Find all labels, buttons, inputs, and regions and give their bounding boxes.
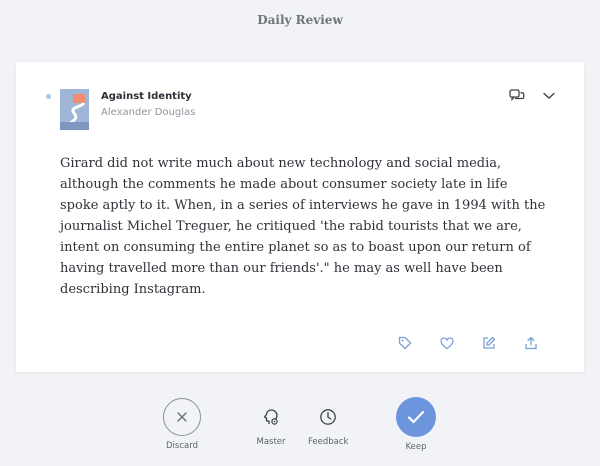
book-cover-art-icon <box>60 89 89 130</box>
feedback-button[interactable]: Feedback <box>308 397 348 447</box>
heart-icon <box>440 336 454 349</box>
chevron-down-icon <box>543 92 555 99</box>
keep-button[interactable]: Keep <box>396 397 436 452</box>
discard-label: Discard <box>166 441 198 451</box>
comments-icon <box>509 89 525 102</box>
highlight-card: Against Identity Alexander Douglas Girar… <box>16 62 584 372</box>
master-label: Master <box>256 437 286 447</box>
comments-button[interactable] <box>508 87 526 105</box>
card-top-actions <box>508 87 558 105</box>
checkmark-icon <box>407 410 425 424</box>
discard-button[interactable]: Discard <box>163 398 201 451</box>
book-cover <box>60 89 89 130</box>
daily-review-page: Daily Review Against Identity Alexander … <box>0 0 600 466</box>
brain-gear-icon <box>263 409 278 425</box>
page-title: Daily Review <box>257 13 343 27</box>
book-title[interactable]: Against Identity <box>101 91 192 102</box>
edit-icon <box>483 336 496 349</box>
master-button[interactable]: Master <box>251 397 291 447</box>
edit-button[interactable] <box>480 334 498 352</box>
feedback-label: Feedback <box>308 437 349 447</box>
share-icon <box>525 336 537 350</box>
tag-icon <box>398 336 412 350</box>
tag-button[interactable] <box>396 334 414 352</box>
close-icon <box>177 412 187 422</box>
review-action-bar: Discard Master Feedback Keep <box>0 392 600 466</box>
clock-icon <box>320 409 337 425</box>
card-bottom-actions <box>396 334 540 352</box>
favorite-button[interactable] <box>438 334 456 352</box>
keep-circle <box>396 397 436 437</box>
expand-menu-button[interactable] <box>540 87 558 105</box>
book-author: Alexander Douglas <box>101 107 196 118</box>
unread-indicator <box>46 94 51 99</box>
keep-label: Keep <box>405 442 427 452</box>
discard-circle <box>163 398 201 436</box>
highlight-text: Girard did not write much about new tech… <box>60 156 546 297</box>
share-button[interactable] <box>522 334 540 352</box>
